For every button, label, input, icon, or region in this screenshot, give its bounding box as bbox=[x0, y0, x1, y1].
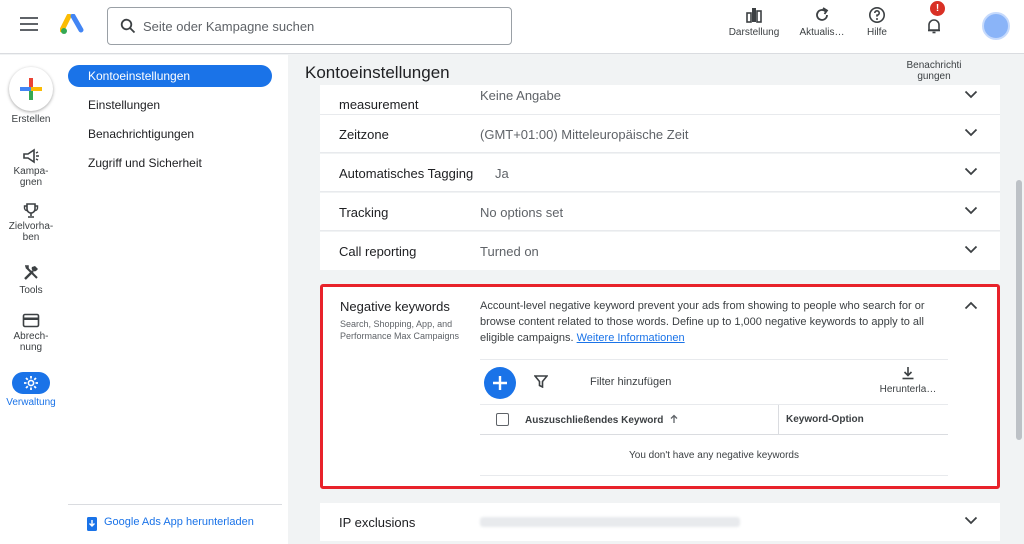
rail-item-billing[interactable]: Abrech- nung bbox=[0, 313, 62, 353]
setting-label: Zeitzone bbox=[339, 127, 389, 142]
refresh-button[interactable]: Aktualis… bbox=[796, 4, 848, 38]
column-header-keyword[interactable]: Auszuschließendes Keyword bbox=[525, 414, 679, 426]
chart-icon bbox=[746, 8, 762, 23]
divider bbox=[68, 504, 282, 505]
notification-badge: ! bbox=[930, 1, 945, 16]
subnav-item-settings[interactable]: Einstellungen bbox=[68, 94, 272, 116]
download-label: Herunterla… bbox=[879, 384, 937, 395]
rail-item-goals[interactable]: Zielvorha- ben bbox=[0, 202, 62, 243]
chevron-down-icon bbox=[964, 206, 978, 215]
setting-row-call-reporting[interactable]: Call reporting Turned on bbox=[320, 232, 1000, 270]
column-separator[interactable] bbox=[778, 405, 779, 435]
credit-card-icon bbox=[22, 313, 40, 328]
bell-icon bbox=[928, 19, 940, 34]
setting-row-auto-tagging[interactable]: Automatisches Tagging Ja bbox=[320, 154, 1000, 192]
rail-item-campaigns[interactable]: Kampa- gnen bbox=[0, 148, 62, 188]
filter-icon[interactable] bbox=[534, 375, 548, 388]
search-placeholder[interactable]: Seite oder Kampagne suchen bbox=[143, 19, 314, 34]
plus-icon bbox=[20, 78, 42, 100]
rail-label-billing: Abrech- nung bbox=[13, 331, 49, 353]
avatar[interactable] bbox=[982, 12, 1010, 40]
chevron-down-icon bbox=[964, 245, 978, 254]
chevron-down-icon bbox=[964, 167, 978, 176]
table-header: Auszuschließendes Keyword Keyword-Option bbox=[480, 405, 948, 435]
megaphone-icon bbox=[23, 148, 39, 164]
column-header-match-type[interactable]: Keyword-Option bbox=[786, 414, 864, 425]
page-title: Kontoeinstellungen bbox=[305, 63, 450, 82]
help-button[interactable]: Hilfe bbox=[861, 4, 893, 38]
download-app-label: Google Ads App herunterladen bbox=[104, 516, 254, 528]
rail-label-goals: Zielvorha- ben bbox=[8, 221, 54, 243]
hamburger-menu-icon[interactable] bbox=[20, 17, 38, 31]
redacted-value bbox=[480, 517, 740, 527]
negative-keywords-description: Account-level negative keyword prevent y… bbox=[480, 298, 960, 346]
negative-keywords-title: Negative keywords bbox=[340, 299, 450, 314]
rail-label-admin: Verwaltung bbox=[6, 397, 56, 408]
create-button[interactable] bbox=[9, 67, 53, 111]
rail-label-tools: Tools bbox=[19, 285, 43, 296]
trophy-icon bbox=[23, 203, 39, 218]
setting-row-timezone[interactable]: Zeitzone (GMT+01:00) Mitteleuropäische Z… bbox=[320, 115, 1000, 153]
download-button[interactable]: Herunterla… bbox=[878, 366, 938, 395]
setting-value: Keine Angabe bbox=[480, 88, 561, 103]
help-label: Hilfe bbox=[866, 27, 887, 38]
setting-value: Turned on bbox=[480, 244, 539, 259]
gear-icon bbox=[24, 376, 38, 390]
appearance-button[interactable]: Darstellung bbox=[726, 4, 782, 38]
divider bbox=[480, 475, 948, 476]
settings-subnav: Kontoeinstellungen Einstellungen Benachr… bbox=[62, 55, 288, 544]
chevron-down-icon bbox=[964, 90, 978, 99]
subnav-item-account-settings[interactable]: Kontoeinstellungen bbox=[68, 65, 272, 87]
create-label: Erstellen bbox=[11, 114, 51, 125]
refresh-label: Aktualis… bbox=[799, 27, 845, 38]
setting-value: Ja bbox=[495, 166, 509, 181]
chevron-up-icon[interactable] bbox=[964, 301, 978, 310]
scrollbar[interactable] bbox=[1016, 180, 1022, 440]
chevron-down-icon bbox=[964, 128, 978, 137]
search-icon bbox=[120, 18, 136, 34]
left-rail: Erstellen Kampa- gnen Zielvorha- ben Too… bbox=[0, 55, 62, 544]
setting-label: Call reporting bbox=[339, 244, 417, 259]
rail-label-campaigns: Kampa- gnen bbox=[13, 166, 49, 188]
empty-state-message: You don't have any negative keywords bbox=[629, 450, 799, 461]
select-all-checkbox[interactable] bbox=[496, 413, 509, 426]
column-header-keyword-label: Auszuschließendes Keyword bbox=[525, 415, 664, 426]
notifications-button[interactable]: ! Benachrichti gungen bbox=[902, 1, 966, 82]
help-icon bbox=[869, 7, 885, 23]
add-filter-button[interactable]: Filter hinzufügen bbox=[590, 376, 671, 388]
negative-keywords-subtitle: Search, Shopping, App, and Performance M… bbox=[340, 319, 460, 341]
chevron-down-icon bbox=[964, 516, 978, 525]
top-bar: Seite oder Kampagne suchen Darstellung A… bbox=[0, 0, 1024, 82]
negative-keywords-panel: Negative keywords Search, Shopping, App,… bbox=[320, 284, 1000, 489]
google-ads-logo[interactable] bbox=[60, 14, 86, 36]
learn-more-link[interactable]: Weitere Informationen bbox=[577, 332, 685, 344]
add-keyword-button[interactable] bbox=[484, 367, 516, 399]
tools-icon bbox=[23, 265, 38, 280]
refresh-icon bbox=[816, 7, 829, 21]
keywords-toolbar: Filter hinzufügen Herunterla… bbox=[480, 359, 948, 405]
download-app-link[interactable]: Google Ads App herunterladen bbox=[86, 516, 254, 531]
subnav-item-access-security[interactable]: Zugriff und Sicherheit bbox=[68, 152, 272, 174]
plus-icon bbox=[493, 376, 507, 390]
setting-label: Automatisches Tagging bbox=[339, 166, 474, 181]
setting-row-ip-exclusions[interactable]: IP exclusions bbox=[320, 503, 1000, 541]
arrow-up-icon bbox=[670, 414, 678, 423]
setting-value: (GMT+01:00) Mitteleuropäische Zeit bbox=[480, 127, 689, 142]
setting-value: No options set bbox=[480, 205, 564, 220]
setting-row-tracking[interactable]: Tracking No options set bbox=[320, 193, 1000, 231]
subnav-item-notifications[interactable]: Benachrichtigungen bbox=[68, 123, 272, 145]
setting-label: IP exclusions bbox=[339, 515, 416, 530]
rail-active-indicator bbox=[12, 372, 50, 394]
notifications-label: Benachrichti gungen bbox=[906, 60, 962, 82]
download-icon bbox=[902, 367, 914, 380]
search-box[interactable]: Seite oder Kampagne suchen bbox=[107, 7, 512, 45]
setting-label: measurement bbox=[339, 97, 419, 112]
description-text: Account-level negative keyword prevent y… bbox=[480, 300, 925, 344]
rail-item-admin[interactable]: Verwaltung bbox=[0, 372, 62, 408]
setting-label: Tracking bbox=[339, 205, 389, 220]
appearance-label: Darstellung bbox=[728, 27, 780, 38]
setting-row-measurement[interactable]: measurement Keine Angabe bbox=[320, 85, 1000, 115]
rail-item-tools[interactable]: Tools bbox=[0, 264, 62, 296]
phone-download-icon bbox=[87, 517, 97, 531]
